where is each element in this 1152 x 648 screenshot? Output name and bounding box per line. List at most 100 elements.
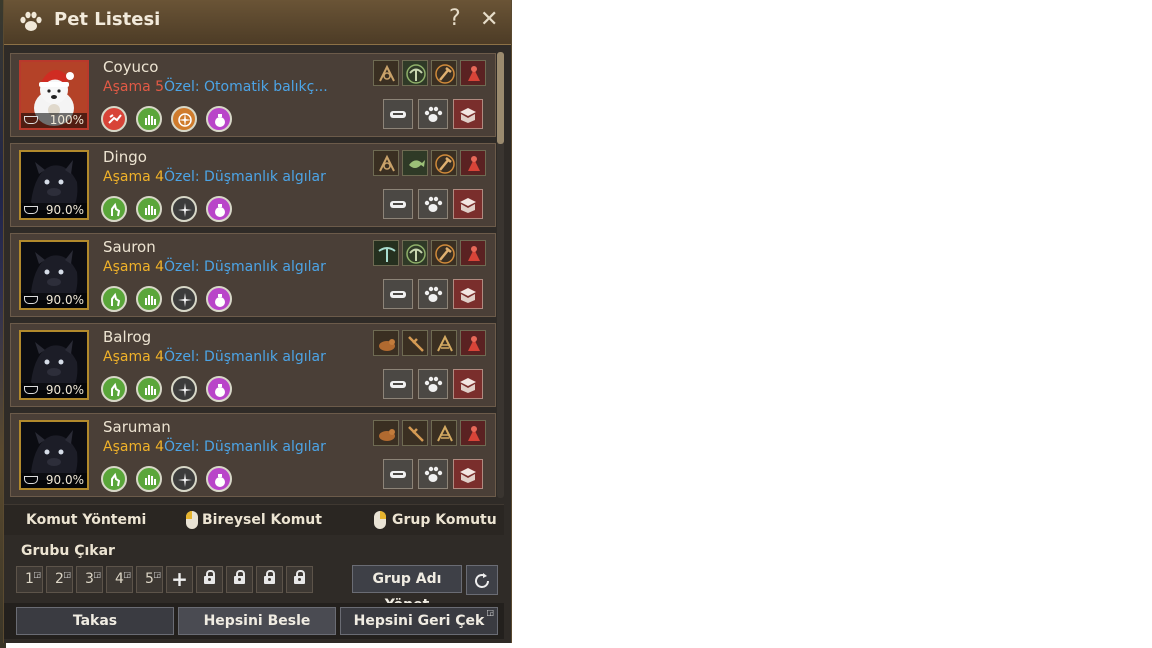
pet-card-dingo[interactable]: 90.0% Dingo Aşama 4 Özel: Düşmanlık algı… (10, 143, 496, 227)
pet-paw-button[interactable] (418, 99, 448, 129)
paw-icon (20, 11, 42, 31)
green-hand-skill-icon[interactable] (136, 106, 162, 132)
close-button[interactable]: ✕ (480, 7, 498, 32)
pet-card-balrog[interactable]: 90.0% Balrog Aşama 4 Özel: Düşmanlık alg… (10, 323, 496, 407)
pickaxe-tool-icon[interactable] (402, 60, 428, 86)
pet-card-saruman[interactable]: 90.0% Saruman Aşama 4 Özel: Düşmanlık al… (10, 413, 496, 497)
hide-tool-icon[interactable] (373, 330, 399, 356)
gathering-tool-icon[interactable] (373, 60, 399, 86)
orange-compass-skill-icon[interactable] (171, 106, 197, 132)
pet-portrait-black-hound[interactable]: 90.0% (19, 330, 89, 400)
feed-button[interactable] (383, 189, 413, 219)
seal-pet-button[interactable] (453, 369, 483, 399)
tier-value: 4 (155, 349, 165, 365)
pet-tier: Aşama 4 (103, 349, 164, 365)
green-cat-skill-icon[interactable] (101, 466, 127, 492)
green-cat-skill-icon[interactable] (101, 286, 127, 312)
recall-all-button[interactable]: Hepsini Geri Çek ◲ (340, 607, 498, 635)
green-cat-skill-icon[interactable] (101, 196, 127, 222)
gathering-tool-icon[interactable] (431, 330, 457, 356)
pet-card-coyuco[interactable]: 100% Coyuco Aşama 5 Özel: Otomatik balık… (10, 53, 496, 137)
gathering-tool-icon[interactable] (431, 420, 457, 446)
add-group-button[interactable]: + (166, 566, 193, 593)
group-slot-4[interactable]: 4 ◲ (106, 566, 133, 593)
pink-bag-skill-icon[interactable] (206, 286, 232, 312)
feed-button[interactable] (383, 279, 413, 309)
trade-button[interactable]: Takas (16, 607, 174, 635)
pet-paw-button[interactable] (418, 189, 448, 219)
individual-command-label[interactable]: Bireysel Komut (202, 512, 322, 528)
gathering-tool-icon[interactable] (373, 150, 399, 176)
pickaxe-tool-icon[interactable] (402, 240, 428, 266)
pet-portrait-black-hound[interactable]: 90.0% (19, 150, 89, 220)
pet-portrait-black-hound[interactable]: 90.0% (19, 240, 89, 310)
gray-compass-skill-icon[interactable] (171, 286, 197, 312)
pet-special-skill: Özel: Düşmanlık algılar (164, 169, 326, 185)
scrollbar-thumb[interactable] (497, 52, 504, 144)
lock-icon (294, 570, 305, 584)
feed-button[interactable] (383, 459, 413, 489)
red-talent-tool-icon[interactable] (460, 60, 486, 86)
manage-group-name-button[interactable]: Grup Adı Yönet (352, 565, 462, 613)
pet-paw-button[interactable] (418, 459, 448, 489)
group-slot-5[interactable]: 5 ◲ (136, 566, 163, 593)
gray-compass-skill-icon[interactable] (171, 466, 197, 492)
red-talent-tool-icon[interactable] (460, 240, 486, 266)
hunger-value: 90.0% (45, 383, 84, 397)
red-talent-tool-icon[interactable] (460, 420, 486, 446)
fish-tool-icon[interactable] (402, 150, 428, 176)
pet-card-sauron[interactable]: 90.0% Sauron Aşama 4 Özel: Düşmanlık alg… (10, 233, 496, 317)
pickaxe-tool-icon[interactable] (373, 240, 399, 266)
axe-tool-icon[interactable] (431, 240, 457, 266)
axe-tool-icon[interactable] (431, 60, 457, 86)
hunger-value: 100% (49, 113, 84, 127)
group-command-label[interactable]: Grup Komutu (392, 512, 497, 528)
pink-bag-skill-icon[interactable] (206, 106, 232, 132)
gray-compass-skill-icon[interactable] (171, 196, 197, 222)
help-button[interactable]: ? (449, 6, 461, 31)
pet-paw-button[interactable] (418, 279, 448, 309)
pink-bag-skill-icon[interactable] (206, 376, 232, 402)
pet-paw-button[interactable] (418, 369, 448, 399)
green-cat-skill-icon[interactable] (101, 376, 127, 402)
recall-all-label: Hepsini Geri Çek (353, 613, 485, 629)
refresh-button[interactable] (466, 565, 498, 595)
group-slot-3[interactable]: 3 ◲ (76, 566, 103, 593)
tier-label: Aşama (103, 439, 151, 455)
tier-value: 5 (155, 79, 165, 95)
green-hand-skill-icon[interactable] (136, 376, 162, 402)
green-hand-skill-icon[interactable] (136, 466, 162, 492)
red-talent-tool-icon[interactable] (460, 150, 486, 176)
corner-mark-icon: ◲ (63, 570, 71, 579)
group-slot-2[interactable]: 2 ◲ (46, 566, 73, 593)
group-slot-1[interactable]: 1 ◲ (16, 566, 43, 593)
green-hand-skill-icon[interactable] (136, 286, 162, 312)
feed-button[interactable] (383, 369, 413, 399)
refresh-icon (475, 573, 489, 588)
red-talent-tool-icon[interactable] (460, 330, 486, 356)
seal-pet-button[interactable] (453, 459, 483, 489)
gray-compass-skill-icon[interactable] (171, 376, 197, 402)
corner-mark-icon: ◲ (486, 608, 494, 617)
food-bowl-icon (24, 296, 38, 304)
tier-label: Aşama (103, 79, 151, 95)
pink-bag-skill-icon[interactable] (206, 466, 232, 492)
remove-group-label[interactable]: Grubu Çıkar (21, 543, 115, 559)
pet-portrait-black-hound[interactable]: 90.0% (19, 420, 89, 490)
corner-mark-icon: ◲ (33, 570, 41, 579)
pet-portrait-polar-bear[interactable]: 100% (19, 60, 89, 130)
feed-button[interactable] (383, 99, 413, 129)
hunger-gauge: 90.0% (21, 473, 87, 488)
window-titlebar[interactable]: Pet Listesi ? ✕ (4, 0, 511, 45)
seal-pet-button[interactable] (453, 99, 483, 129)
seal-pet-button[interactable] (453, 189, 483, 219)
sickle-tool-icon[interactable] (402, 420, 428, 446)
seal-pet-button[interactable] (453, 279, 483, 309)
hide-tool-icon[interactable] (373, 420, 399, 446)
pink-bag-skill-icon[interactable] (206, 196, 232, 222)
sickle-tool-icon[interactable] (402, 330, 428, 356)
feed-all-button[interactable]: Hepsini Besle (178, 607, 336, 635)
axe-tool-icon[interactable] (431, 150, 457, 176)
green-hand-skill-icon[interactable] (136, 196, 162, 222)
red-pet-skill-icon[interactable] (101, 106, 127, 132)
